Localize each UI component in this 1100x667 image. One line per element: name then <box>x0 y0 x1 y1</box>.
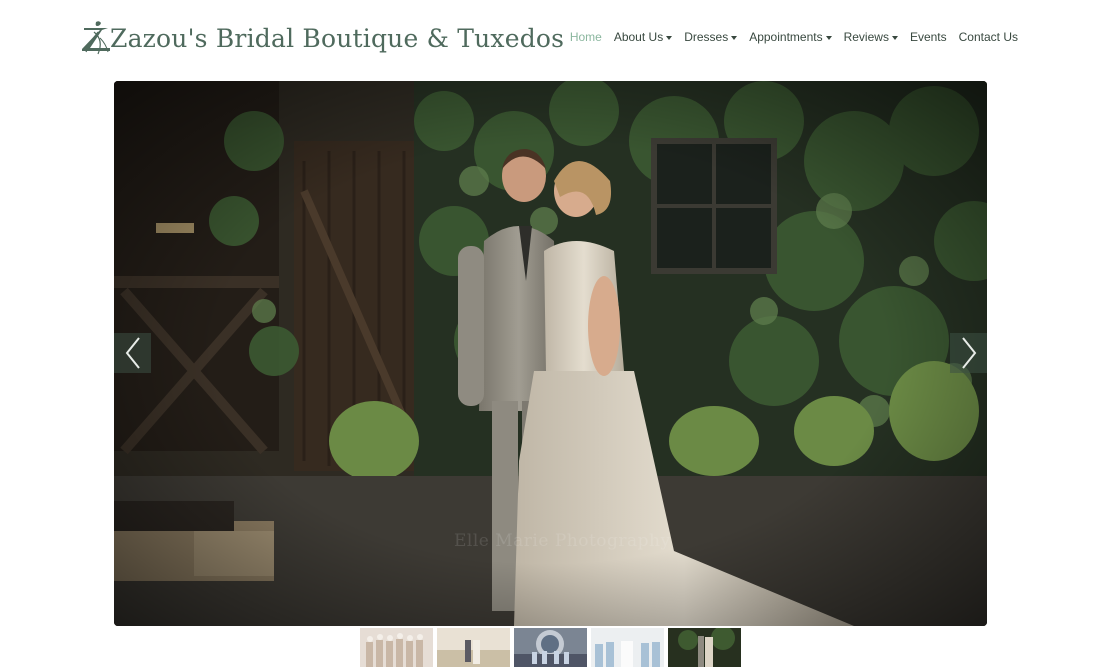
brand-name: Zazou's Bridal Boutique & Tuxedos <box>110 23 565 53</box>
thumb-couple-field[interactable] <box>437 628 510 667</box>
hero-carousel: Elle Marie Photography <box>114 81 987 626</box>
nav-dresses[interactable]: Dresses <box>684 30 738 44</box>
nav-contact-us-label: Contact Us <box>958 30 1018 44</box>
nav-home[interactable]: Home <box>570 30 602 44</box>
photo-watermark: Elle Marie Photography <box>454 531 671 551</box>
nav-dresses-label: Dresses <box>684 30 729 44</box>
nav-appointments[interactable]: Appointments <box>749 30 832 44</box>
thumb-group-arch[interactable] <box>514 628 587 667</box>
nav-reviews[interactable]: Reviews <box>844 30 898 44</box>
carousel-next-button[interactable] <box>950 333 987 373</box>
nav-about-us[interactable]: About Us <box>613 30 673 44</box>
caret-down-icon <box>666 35 673 40</box>
caret-down-icon <box>891 35 898 40</box>
nav-events[interactable]: Events <box>910 30 947 44</box>
nav-reviews-label: Reviews <box>843 30 889 44</box>
carousel-prev-button[interactable] <box>114 333 151 373</box>
main-nav: Home About Us Dresses Appointments Revie… <box>570 30 1018 44</box>
nav-about-us-label: About Us <box>613 30 664 44</box>
nav-contact-us[interactable]: Contact Us <box>959 30 1018 44</box>
chevron-right-icon <box>961 337 976 369</box>
nav-home-label: Home <box>569 30 602 44</box>
chevron-left-icon <box>125 337 140 369</box>
carousel-thumbnails <box>360 628 741 667</box>
caret-down-icon <box>825 35 832 40</box>
thumb-bridesmaids-blue[interactable] <box>591 628 664 667</box>
caret-down-icon <box>731 35 738 40</box>
nav-events-label: Events <box>909 30 947 44</box>
bride-silhouette-logo <box>82 21 110 55</box>
nav-appointments-label: Appointments <box>749 30 823 44</box>
thumb-couple-ivy[interactable] <box>668 628 741 667</box>
brand-link[interactable]: Zazou's Bridal Boutique & Tuxedos <box>80 16 564 60</box>
site-header: Zazou's Bridal Boutique & Tuxedos Home A… <box>0 0 1100 80</box>
thumb-bridesmaids[interactable] <box>360 628 433 667</box>
